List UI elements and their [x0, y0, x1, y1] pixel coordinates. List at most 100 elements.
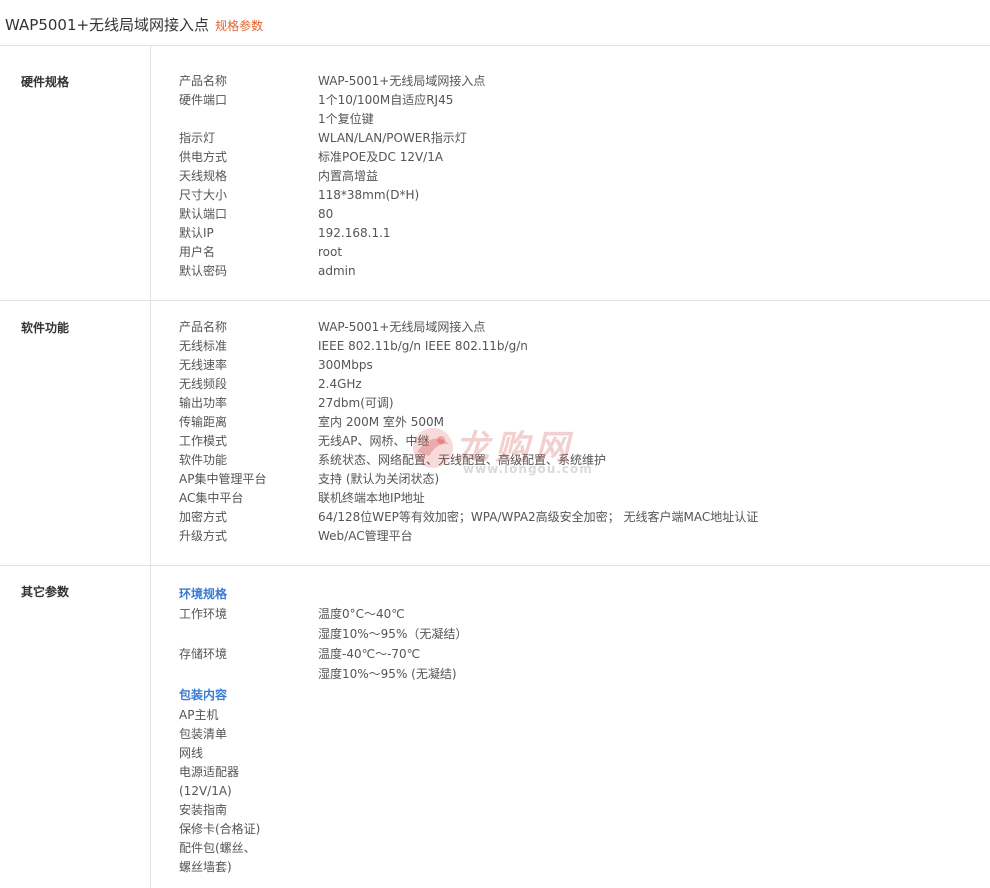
- spec-key: AP集中管理平台: [179, 472, 267, 486]
- spec-row: 天线规格 内置高增益: [0, 167, 990, 186]
- spec-row: 产品名称 WAP-5001+无线局域网接入点: [0, 318, 990, 337]
- spec-row: (12V/1A): [0, 782, 990, 801]
- spec-row: 产品名称 WAP-5001+无线局域网接入点: [0, 72, 990, 91]
- spec-value: 192.168.1.1: [318, 226, 391, 240]
- package-item: AP主机: [179, 708, 219, 722]
- spec-key: 无线速率: [179, 358, 228, 372]
- pkg-heading-row: 包装内容: [0, 686, 990, 705]
- page-title: WAP5001+无线局域网接入点 规格参数: [5, 16, 264, 34]
- package-item: 保修卡(合格证): [179, 822, 261, 836]
- spec-row: 螺丝墙套): [0, 858, 990, 877]
- spec-row: 指示灯 WLAN/LAN/POWER指示灯: [0, 129, 990, 148]
- spec-key: 供电方式: [179, 150, 228, 164]
- spec-key: 工作模式: [179, 434, 228, 448]
- spec-value: 联机终端本地IP地址: [318, 491, 425, 505]
- spec-row: 供电方式 标准POE及DC 12V/1A: [0, 148, 990, 167]
- spec-row: 湿度10%～95% (无凝结): [0, 665, 990, 684]
- spec-key: 尺寸大小: [179, 188, 228, 202]
- spec-value: 80: [318, 207, 334, 221]
- spec-key: 无线标准: [179, 339, 228, 353]
- spec-row: AC集中平台 联机终端本地IP地址: [0, 489, 990, 508]
- spec-key: 默认端口: [179, 207, 228, 221]
- pkg-heading: 包装内容: [179, 688, 228, 702]
- page-subtitle: 规格参数: [215, 19, 264, 33]
- spec-row: 工作模式 无线AP、网桥、中继: [0, 432, 990, 451]
- spec-value: 内置高增益: [318, 169, 379, 183]
- spec-row: 包装清单: [0, 725, 990, 744]
- page-header: WAP5001+无线局域网接入点 规格参数: [0, 0, 990, 46]
- spec-row: 网线: [0, 744, 990, 763]
- spec-row: 传输距离 室内 200M 室外 500M: [0, 413, 990, 432]
- spec-value: admin: [318, 264, 356, 278]
- spec-key: 指示灯: [179, 131, 216, 145]
- package-item: 安装指南: [179, 803, 228, 817]
- spec-row: 无线速率 300Mbps: [0, 356, 990, 375]
- spec-row: 默认IP 192.168.1.1: [0, 224, 990, 243]
- spec-row: AP主机: [0, 706, 990, 725]
- spec-key: 产品名称: [179, 320, 228, 334]
- spec-value: 1个10/100M自适应RJ45: [318, 93, 454, 107]
- spec-value: Web/AC管理平台: [318, 529, 413, 543]
- spec-row: 存储环境 温度-40℃～-70℃: [0, 645, 990, 664]
- spec-row: 软件功能 系统状态、网络配置、无线配置、高级配置、系统维护: [0, 451, 990, 470]
- package-item: 网线: [179, 746, 204, 760]
- spec-key: 传输距离: [179, 415, 228, 429]
- spec-key: AC集中平台: [179, 491, 244, 505]
- spec-row: 无线标准 IEEE 802.11b/g/n IEEE 802.11b/g/n: [0, 337, 990, 356]
- spec-key: 软件功能: [179, 453, 228, 467]
- spec-key: 用户名: [179, 245, 216, 259]
- spec-value: 系统状态、网络配置、无线配置、高级配置、系统维护: [318, 453, 607, 467]
- package-item: 螺丝墙套): [179, 860, 232, 874]
- spec-value: 1个复位键: [318, 112, 374, 126]
- spec-key: 加密方式: [179, 510, 228, 524]
- spec-key: 默认密码: [179, 264, 228, 278]
- spec-value: 118*38mm(D*H): [318, 188, 420, 202]
- spec-row: 输出功率 27dbm(可调): [0, 394, 990, 413]
- spec-value: 300Mbps: [318, 358, 373, 372]
- spec-value: 湿度10%～95%（无凝结）: [318, 627, 468, 641]
- spec-value: 2.4GHz: [318, 377, 362, 391]
- spec-value: 湿度10%～95% (无凝结): [318, 667, 457, 681]
- package-item: 电源适配器: [179, 765, 240, 779]
- spec-row: 1个复位键: [0, 110, 990, 129]
- spec-row: 湿度10%～95%（无凝结）: [0, 625, 990, 644]
- spec-key: 存储环境: [179, 647, 228, 661]
- spec-row: 无线频段 2.4GHz: [0, 375, 990, 394]
- spec-value: 64/128位WEP等有效加密；WPA/WPA2高级安全加密； 无线客户端MAC…: [318, 510, 759, 524]
- env-heading: 环境规格: [179, 587, 228, 601]
- section-software: 软件功能 产品名称 WAP-5001+无线局域网接入点无线标准 IEEE 802.1…: [0, 301, 990, 566]
- section-hardware: 硬件规格 产品名称 WAP-5001+无线局域网接入点 硬件端口 1个10/100M自…: [0, 46, 990, 301]
- spec-row: 默认密码 admin: [0, 262, 990, 281]
- spec-value: IEEE 802.11b/g/n IEEE 802.11b/g/n: [318, 339, 528, 353]
- spec-value: WAP-5001+无线局域网接入点: [318, 74, 486, 88]
- spec-value: 无线AP、网桥、中继: [318, 434, 430, 448]
- spec-row: 默认端口 80: [0, 205, 990, 224]
- spec-row: AP集中管理平台 支持 (默认为关闭状态): [0, 470, 990, 489]
- env-heading-row: 环境规格: [0, 585, 990, 604]
- spec-key: 工作环境: [179, 607, 228, 621]
- spec-key: 天线规格: [179, 169, 228, 183]
- spec-row: 硬件端口 1个10/100M自适应RJ45: [0, 91, 990, 110]
- spec-key: 升级方式: [179, 529, 228, 543]
- spec-row: 电源适配器: [0, 763, 990, 782]
- spec-key: 无线频段: [179, 377, 228, 391]
- spec-value: 标准POE及DC 12V/1A: [318, 150, 444, 164]
- spec-value: 温度-40℃～-70℃: [318, 647, 421, 661]
- spec-row: 用户名 root: [0, 243, 990, 262]
- spec-value: 支持 (默认为关闭状态): [318, 472, 440, 486]
- spec-key: 输出功率: [179, 396, 228, 410]
- spec-row: 配件包(螺丝、: [0, 839, 990, 858]
- spec-key: 默认IP: [179, 226, 214, 240]
- spec-row: 安装指南: [0, 801, 990, 820]
- spec-key: 硬件端口: [179, 93, 228, 107]
- spec-row: 加密方式 64/128位WEP等有效加密；WPA/WPA2高级安全加密； 无线客户…: [0, 508, 990, 527]
- spec-value: root: [318, 245, 343, 259]
- spec-value: 室内 200M 室外 500M: [318, 415, 444, 429]
- spec-key: 产品名称: [179, 74, 228, 88]
- package-item: (12V/1A): [179, 784, 232, 798]
- spec-row: 尺寸大小 118*38mm(D*H): [0, 186, 990, 205]
- section-other: 其它参数 环境规格 工作环境 温度0°C～40℃ 湿度10%～95%（无凝结） 存储环…: [0, 566, 990, 888]
- package-item: 配件包(螺丝、: [179, 841, 256, 855]
- spec-row: 工作环境 温度0°C～40℃: [0, 605, 990, 624]
- spec-value: 27dbm(可调): [318, 396, 394, 410]
